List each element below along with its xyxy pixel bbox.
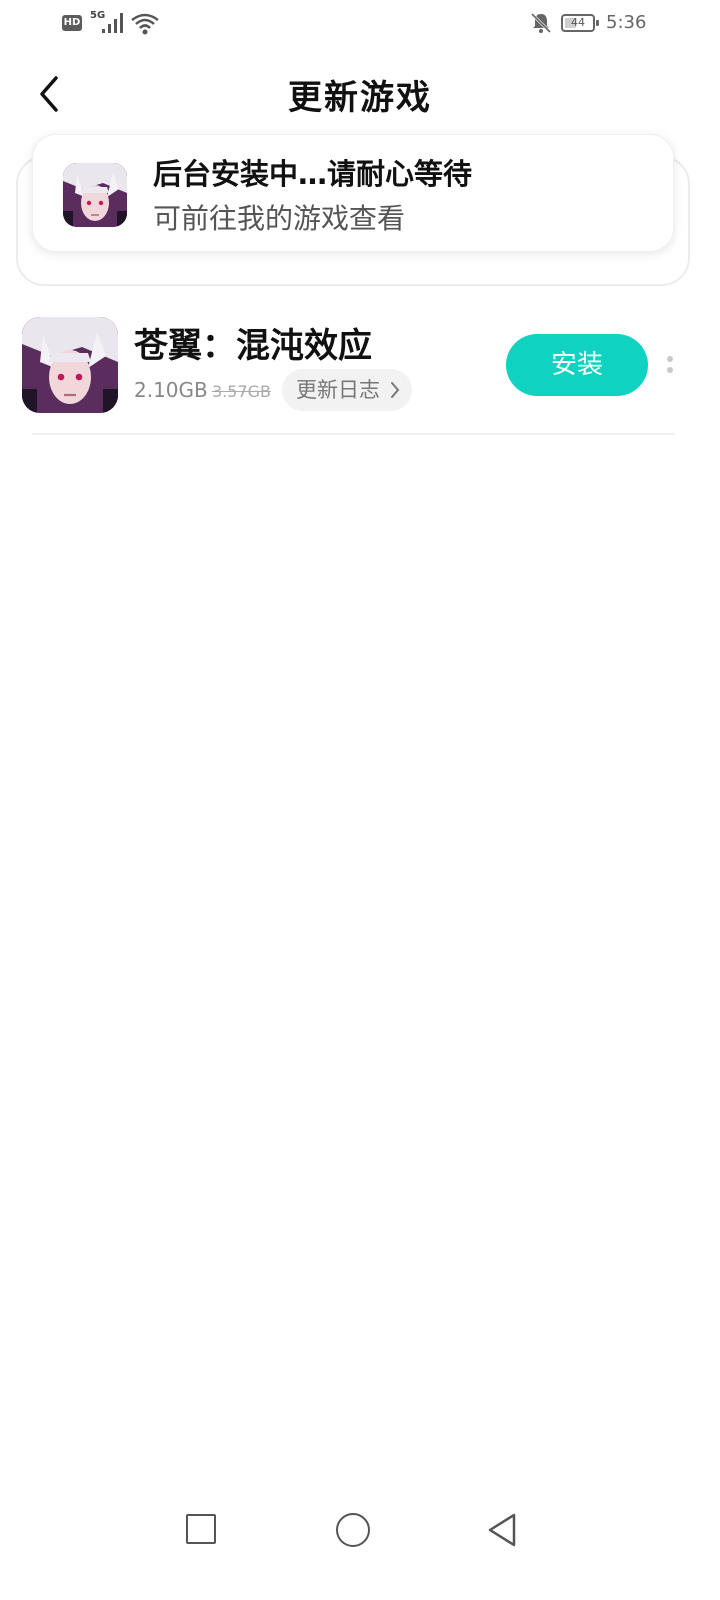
clock: 5:36 xyxy=(606,12,647,33)
home-icon[interactable] xyxy=(336,1513,370,1547)
game-list-item[interactable]: 苍翼：混沌效应 2.10GB 3.57GB 更新日志 安装 xyxy=(0,300,720,434)
signal-icon xyxy=(102,13,123,33)
screen: HD 5G 44 5:36 更新游戏 后台安装中…请耐心等待 可前往我的游戏查看… xyxy=(0,0,720,1600)
changelog-button[interactable]: 更新日志 xyxy=(282,369,412,411)
install-toast[interactable]: 后台安装中…请耐心等待 可前往我的游戏查看 xyxy=(32,134,674,252)
battery-percent: 44 xyxy=(571,16,585,29)
game-icon xyxy=(22,317,118,413)
chevron-right-icon xyxy=(391,382,400,398)
toast-title: 后台安装中…请耐心等待 xyxy=(153,157,473,191)
wifi-icon xyxy=(131,13,159,35)
page-title: 更新游戏 xyxy=(288,78,432,118)
toast-subtitle: 可前往我的游戏查看 xyxy=(153,202,406,235)
game-icon xyxy=(63,163,127,227)
install-button[interactable]: 安装 xyxy=(506,334,648,396)
divider xyxy=(32,433,675,435)
back-icon[interactable] xyxy=(486,1512,518,1548)
hd-badge: HD xyxy=(62,15,82,31)
more-options-icon[interactable] xyxy=(660,350,680,380)
game-title: 苍翼：混沌效应 xyxy=(134,326,372,366)
game-size-original: 3.57GB xyxy=(212,382,271,401)
game-size-current: 2.10GB xyxy=(134,378,208,402)
battery-icon: 44 xyxy=(561,14,599,32)
status-bar: HD 5G 44 5:36 xyxy=(0,0,720,48)
changelog-label: 更新日志 xyxy=(296,378,380,402)
mute-icon xyxy=(530,12,552,34)
recent-apps-icon[interactable] xyxy=(186,1514,216,1544)
